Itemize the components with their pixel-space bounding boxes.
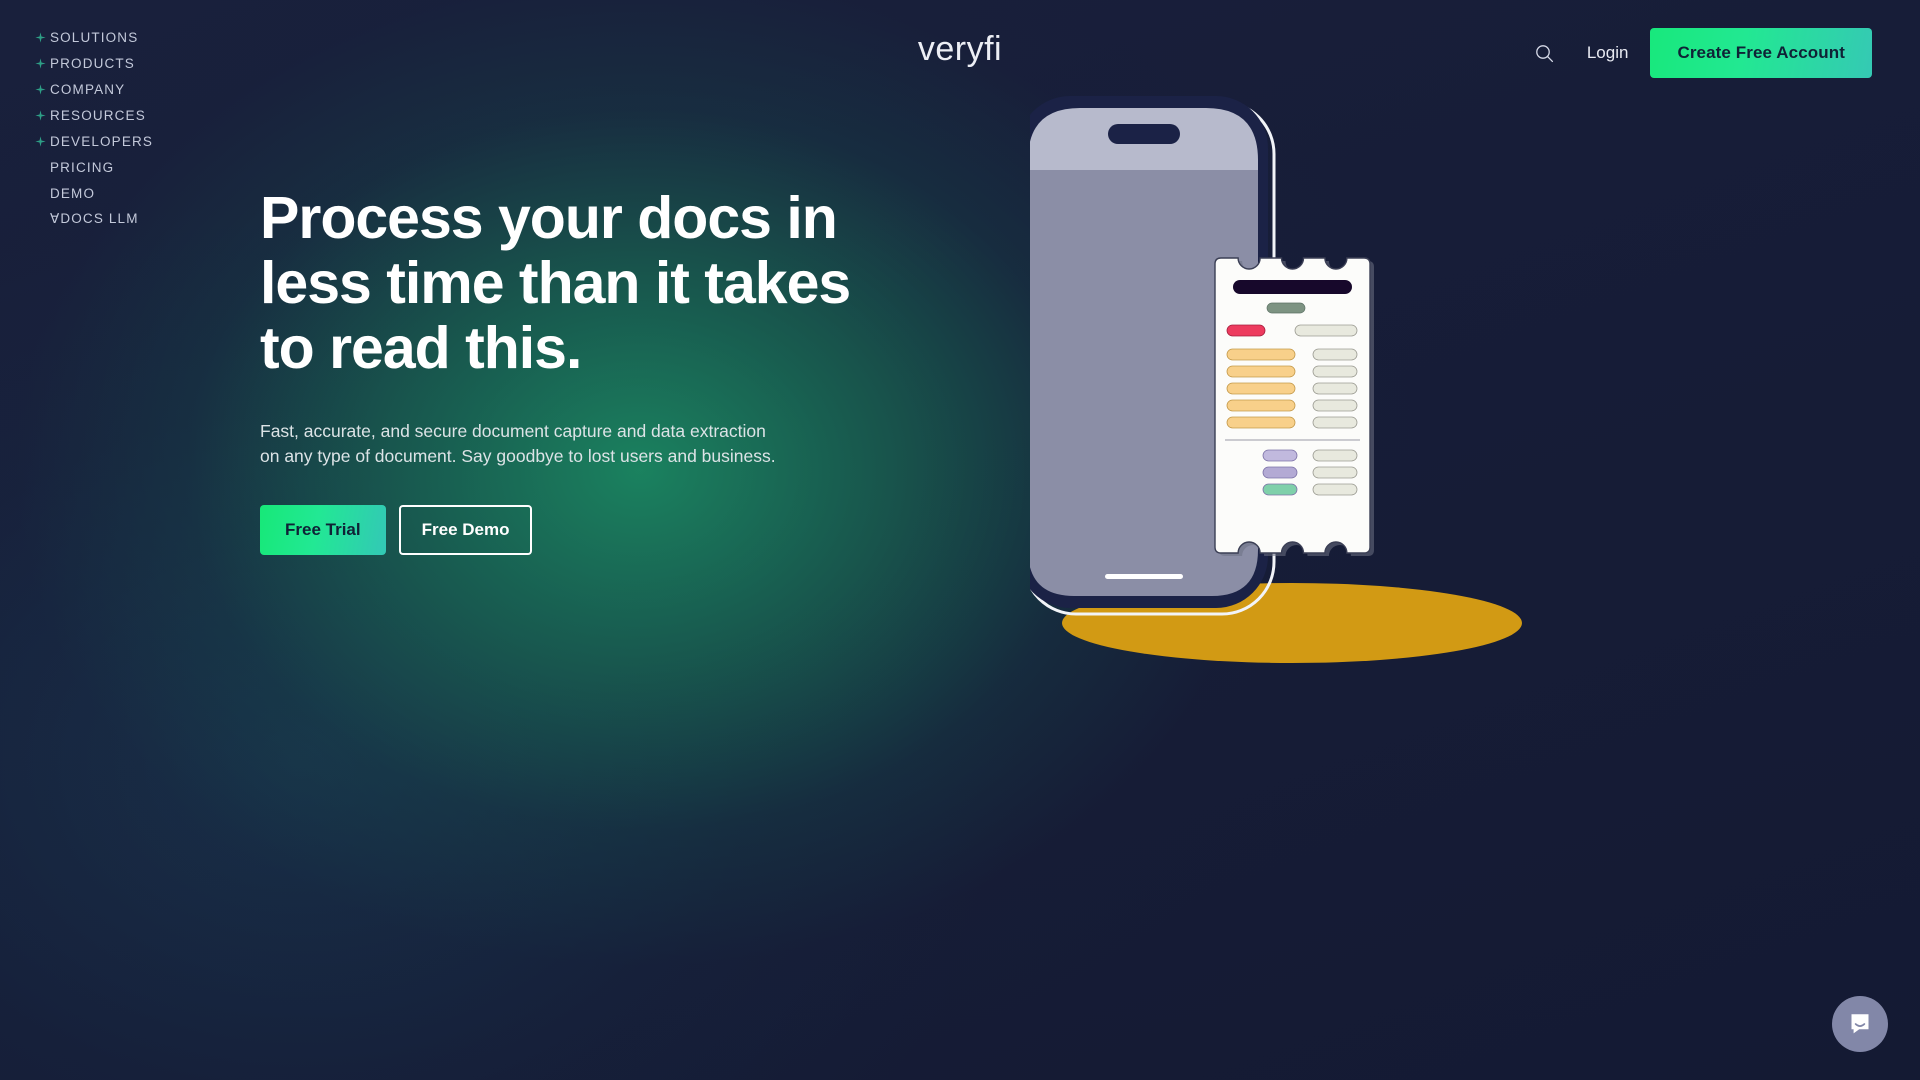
- receipt-row: [1226, 382, 1296, 395]
- receipt-amount: [1294, 324, 1358, 337]
- header-actions: Login Create Free Account: [1525, 28, 1872, 78]
- nav-item-developers[interactable]: DEVELOPERS: [30, 128, 153, 154]
- receipt-row: [1262, 483, 1298, 496]
- receipt-amount: [1312, 399, 1358, 412]
- hero-subtitle: Fast, accurate, and secure document capt…: [260, 421, 776, 466]
- nav-item-demo[interactable]: DEMO: [30, 180, 153, 206]
- receipt-row: [1226, 324, 1266, 337]
- receipt-row: [1266, 302, 1306, 314]
- nav-item-label: SOLUTIONS: [50, 29, 139, 45]
- receipt-row: [1262, 449, 1298, 462]
- receipt-amount: [1312, 382, 1358, 395]
- receipt-row: [1262, 466, 1298, 479]
- nav-item-resources[interactable]: RESOURCES: [30, 102, 153, 128]
- receipt-row: [1226, 365, 1296, 378]
- nav-item-solutions[interactable]: SOLUTIONS: [30, 24, 153, 50]
- receipt-row: [1226, 399, 1296, 412]
- chat-widget-button[interactable]: [1832, 996, 1888, 1052]
- sparkle-icon: [30, 83, 50, 95]
- nav-item-label: COMPANY: [50, 81, 126, 97]
- nav-item-label: ∀DOCS LLM: [50, 211, 139, 226]
- sparkle-icon: [30, 109, 50, 121]
- nav-item-pricing[interactable]: PRICING: [30, 154, 153, 180]
- nav-item-docs-llm[interactable]: ∀DOCS LLM: [30, 206, 153, 232]
- sparkle-icon: [30, 31, 50, 43]
- phone-speaker: [1108, 124, 1180, 144]
- nav-item-label: PRICING: [50, 159, 115, 175]
- hero-cta-group: Free Trial Free Demo: [260, 505, 850, 555]
- sparkle-icon: [30, 57, 50, 69]
- veryfi-logo[interactable]: veryfi: [918, 30, 1002, 69]
- nav-item-label: DEMO: [50, 185, 96, 201]
- receipt-row: [1233, 280, 1352, 294]
- receipt-row: [1226, 348, 1296, 361]
- phone-topbar: [1028, 160, 1258, 170]
- sparkle-icon: [30, 135, 50, 147]
- receipt-row: [1226, 416, 1296, 429]
- chat-bubble-icon: [1851, 1014, 1869, 1034]
- nav-item-products[interactable]: PRODUCTS: [30, 50, 153, 76]
- receipt-amount: [1312, 416, 1358, 429]
- site-header: veryfi Login Create Free Account: [0, 0, 1920, 92]
- phone-receipt-illustration: [1018, 80, 1650, 700]
- create-free-account-button[interactable]: Create Free Account: [1650, 28, 1872, 78]
- nav-item-company[interactable]: COMPANY: [30, 76, 153, 102]
- main-navigation: SOLUTIONS PRODUCTS COMPANY RESOURCES DEVELOP…: [30, 24, 153, 232]
- receipt-amount: [1312, 449, 1358, 462]
- home-indicator: [1105, 574, 1183, 579]
- nav-item-label: PRODUCTS: [50, 55, 135, 71]
- receipt-amount: [1312, 365, 1358, 378]
- login-link[interactable]: Login: [1565, 43, 1651, 63]
- page-title: Process your docs in less time than it t…: [260, 185, 851, 381]
- nav-item-label: DEVELOPERS: [50, 133, 154, 149]
- free-demo-button[interactable]: Free Demo: [398, 505, 533, 555]
- receipt-amount: [1312, 483, 1358, 496]
- search-icon[interactable]: [1525, 33, 1565, 73]
- nav-item-label: RESOURCES: [50, 107, 146, 123]
- receipt-amount: [1312, 348, 1358, 361]
- hero-section: Process your docs in less time than it t…: [260, 185, 851, 555]
- receipt-amount: [1312, 466, 1358, 479]
- free-trial-button[interactable]: Free Trial: [260, 505, 386, 555]
